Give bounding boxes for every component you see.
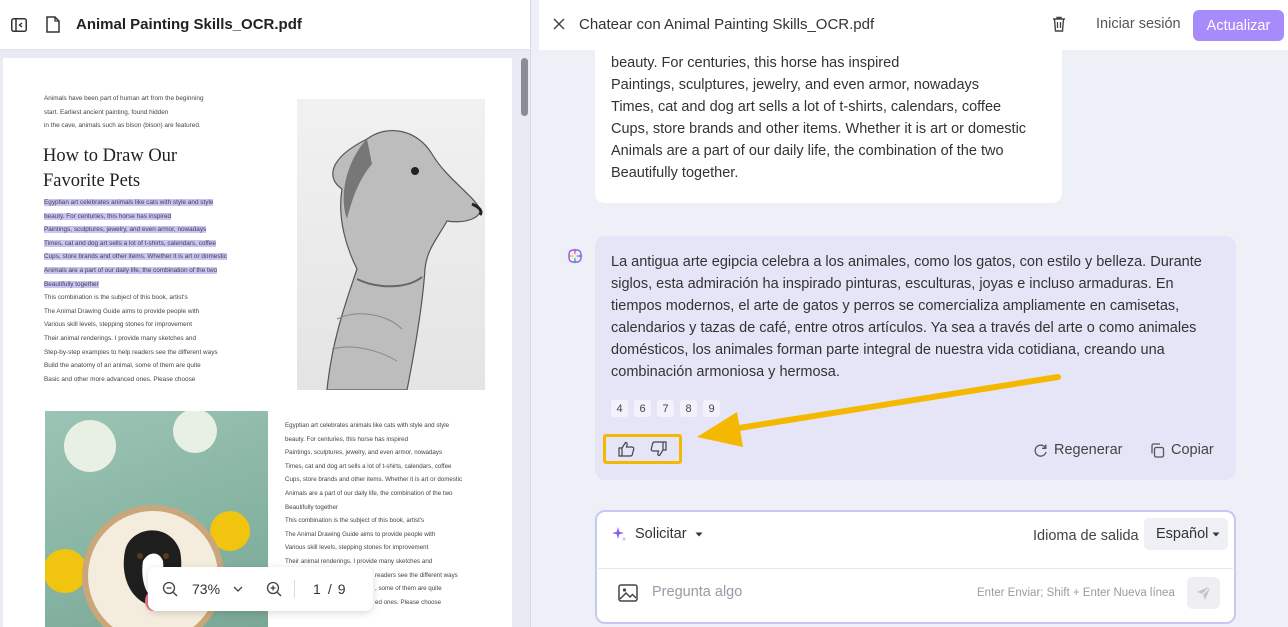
send-icon (1196, 585, 1211, 600)
pdf-line-highlighted: Egyptian art celebrates animals like cat… (44, 199, 214, 206)
chat-header: Chatear con Animal Painting Skills_OCR.p… (539, 0, 1288, 50)
chat-panel: beauty. For centuries, this horse has in… (539, 0, 1288, 627)
pdf-line: Build the anatomy of an animal, some of … (44, 362, 201, 370)
pdf-line: Paintings, sculptures, jewelry, and even… (285, 449, 443, 457)
prompt-selector[interactable]: Solicitar (611, 526, 703, 542)
pdf-line-highlighted: Beautifully together (44, 280, 99, 288)
thumbs-up-icon[interactable] (617, 440, 635, 458)
regenerate-label: Regenerar (1054, 442, 1123, 458)
message-line: Paintings, sculptures, jewelry, and even… (611, 77, 980, 93)
user-message-bubble: beauty. For centuries, this horse has in… (595, 30, 1062, 203)
pdf-line: start. Earliest ancient painting, found … (44, 108, 169, 116)
image-upload-icon[interactable] (618, 584, 638, 602)
pdf-line-highlighted: Paintings, sculptures, jewelry, and even… (44, 226, 207, 234)
pdf-line: Basic and other more advanced ones. Plea… (44, 375, 196, 383)
message-line: beauty. For centuries, this horse has in… (611, 55, 900, 71)
output-language-label: Idioma de salida (1033, 528, 1139, 544)
pdf-line: Beautifully together (285, 503, 338, 511)
pdf-line: This combination is the subject of this … (44, 294, 188, 302)
pdf-line: Animals have been part of human art from… (44, 95, 204, 102)
pdf-page: Animals have been part of human art from… (3, 58, 512, 627)
zoom-in-icon[interactable] (264, 579, 284, 599)
message-input[interactable]: Pregunta algo (652, 584, 742, 600)
pdf-line: This combination is the subject of this … (285, 517, 425, 525)
pdf-line: Various skill levels, stepping stones fo… (285, 544, 429, 552)
page-ref-chip[interactable]: 8 (680, 400, 697, 417)
pdf-header: Animal Painting Skills_OCR.pdf (0, 0, 530, 50)
file-title: Animal Painting Skills_OCR.pdf (76, 16, 302, 33)
pdf-line-highlighted: Times, cat and dog art sells a lot of t-… (44, 239, 216, 247)
collapse-sidebar-icon[interactable] (10, 16, 28, 34)
pdf-line: The Animal Drawing Guide aims to provide… (44, 307, 200, 315)
page-separator: / (327, 581, 332, 597)
pdf-line: The Animal Drawing Guide aims to provide… (285, 530, 436, 538)
pdf-line: Egyptian art celebrates animals like cat… (285, 422, 450, 429)
pdf-line: Times, cat and dog art sells a lot of t-… (285, 462, 452, 470)
keyboard-hint: Enter Enviar; Shift + Enter Nueva línea (977, 587, 1175, 599)
output-language-select[interactable]: Español (1144, 518, 1228, 550)
dog-sketch-image (297, 99, 485, 391)
prompt-label: Solicitar (635, 526, 687, 542)
zoom-dropdown-chevron-icon[interactable] (228, 579, 248, 599)
sparkle-icon (612, 527, 627, 542)
message-input-row: Pregunta algo Enter Enviar; Shift + Ente… (598, 568, 1233, 622)
page-ref-chip[interactable]: 6 (634, 400, 651, 417)
caret-down-icon (695, 532, 703, 536)
ai-message-bubble: La antigua arte egipcia celebra a los an… (595, 236, 1236, 480)
ai-assistant-icon (566, 247, 584, 265)
page-ref-chip[interactable]: 9 (703, 400, 720, 417)
message-line: Cups, store brands and other items. Whet… (611, 121, 1027, 137)
upgrade-button[interactable]: Actualizar (1193, 10, 1284, 41)
page-current[interactable]: 1 (313, 581, 321, 597)
regenerate-button[interactable]: Regenerar (1033, 442, 1123, 458)
pdf-line: beauty. For centuries, this horse has in… (285, 435, 409, 443)
pdf-line: Their animal renderings. I provide many … (44, 334, 197, 342)
send-button[interactable] (1187, 577, 1220, 609)
chat-composer: Solicitar Idioma de salida Español Pregu… (595, 510, 1236, 624)
pdf-heading-line: How to Draw Our (43, 146, 178, 166)
caret-down-icon (1212, 532, 1220, 536)
copy-icon (1151, 442, 1165, 458)
pdf-line: Step-by-step examples to help readers se… (44, 348, 218, 356)
thumbs-down-icon[interactable] (650, 440, 668, 458)
ai-message-text: La antigua arte egipcia celebra a los an… (611, 254, 1202, 380)
pdf-scrollbar[interactable] (521, 58, 528, 116)
pdf-line: in the cave, animals such as bison (biso… (44, 122, 201, 130)
toolbar-divider (294, 580, 296, 598)
zoom-toolbar: 73% 1 / 9 (148, 567, 373, 611)
refresh-icon (1034, 443, 1047, 457)
page-ref-chip[interactable]: 4 (611, 400, 628, 417)
pdf-intro-text: Animals have been part of human art from… (44, 92, 204, 133)
page-references: 4 6 7 8 9 (611, 400, 720, 417)
pdf-line-highlighted: beauty. For centuries, this horse has in… (44, 212, 172, 220)
pdf-line: Animals are a part of our daily life, th… (285, 489, 453, 497)
copy-label: Copiar (1171, 442, 1214, 458)
message-line: Beautifully together. (611, 165, 739, 181)
pdf-viewer-panel: Animal Painting Skills_OCR.pdf Animals h… (0, 0, 531, 627)
chat-title: Chatear con Animal Painting Skills_OCR.p… (579, 16, 875, 33)
page-total: 9 (337, 581, 346, 597)
pdf-line-highlighted: Cups, store brands and other items. Whet… (44, 253, 227, 261)
copy-button[interactable]: Copiar (1150, 442, 1214, 458)
pdf-heading: How to Draw Our Favorite Pets (43, 144, 177, 194)
feedback-highlight-box (603, 434, 682, 464)
pdf-line: Cups, store brands and other items. Whet… (285, 476, 463, 484)
trash-icon[interactable] (1050, 15, 1068, 33)
message-line: Times, cat and dog art sells a lot of t-… (611, 99, 1002, 115)
output-language-value: Español (1156, 526, 1209, 542)
pdf-heading-line: Favorite Pets (43, 171, 141, 191)
message-line: Animals are a part of our daily life, th… (611, 143, 1004, 159)
page-ref-chip[interactable]: 7 (657, 400, 674, 417)
close-icon[interactable] (551, 16, 567, 32)
zoom-level[interactable]: 73% (192, 581, 220, 597)
pdf-highlighted-text[interactable]: Egyptian art celebrates animals like cat… (44, 196, 227, 386)
file-icon (44, 16, 62, 34)
pdf-line: Various skill levels, stepping stones fo… (44, 321, 192, 329)
zoom-out-icon[interactable] (160, 579, 180, 599)
pdf-line-highlighted: Animals are a part of our daily life, th… (44, 266, 217, 274)
signin-link[interactable]: Iniciar sesión (1096, 16, 1181, 32)
